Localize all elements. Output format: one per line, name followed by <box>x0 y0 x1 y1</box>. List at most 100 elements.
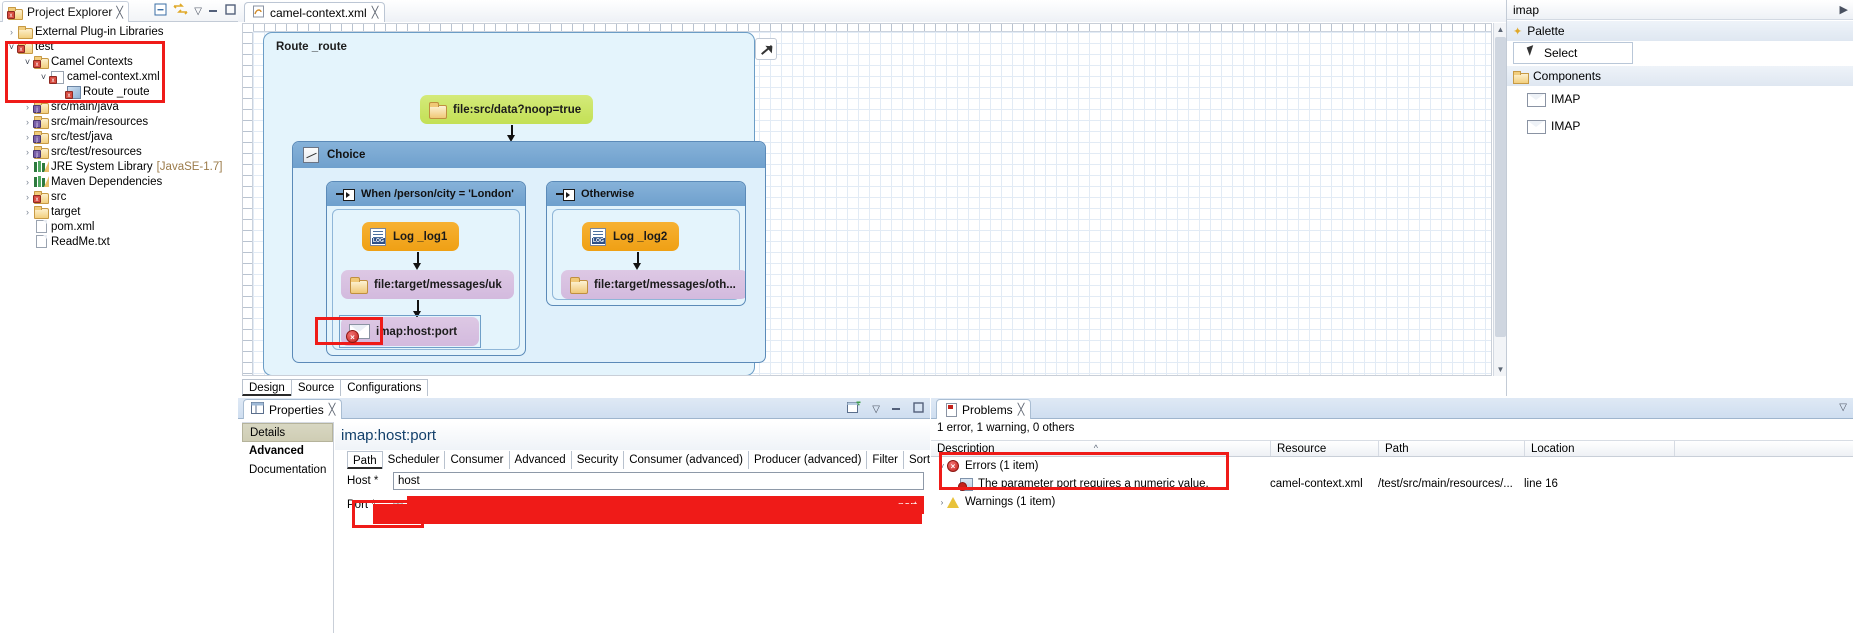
problems-row[interactable]: ˅×Errors (1 item) <box>931 457 1853 475</box>
close-icon[interactable]: ╳ <box>329 403 335 416</box>
tree-item-target[interactable]: ›target <box>0 204 238 219</box>
editor-tab-configurations[interactable]: Configurations <box>340 379 428 396</box>
tree-expand-arrow[interactable]: › <box>22 102 33 112</box>
tab-camel-context-xml[interactable]: camel-context.xml ╳ <box>244 2 385 22</box>
node-log-1[interactable]: LOG Log _log1 <box>362 222 459 251</box>
when-container[interactable]: When /person/city = 'London' LOG Log _lo… <box>326 181 526 356</box>
node-imap[interactable]: × imap:host:port <box>341 317 479 346</box>
close-icon[interactable]: ╳ <box>116 6 122 19</box>
tab-problems[interactable]: Problems ╳ <box>936 399 1031 419</box>
tree-expand-arrow[interactable]: › <box>6 27 17 37</box>
tree-expand-arrow[interactable]: › <box>22 177 33 187</box>
node-file-uk[interactable]: file:target/messages/uk <box>341 270 514 299</box>
tree-item-src-test-java[interactable]: ›jsrc/test/java <box>0 129 238 144</box>
palette-item-select[interactable]: Select <box>1513 42 1633 64</box>
properties-tab-security[interactable]: Security <box>571 451 625 469</box>
tab-project-explorer[interactable]: x Project Explorer ╳ <box>2 1 129 22</box>
tree-item-camel-contexts[interactable]: ˅xCamel Contexts <box>0 54 238 69</box>
node-from-file[interactable]: file:src/data?noop=true <box>420 95 593 124</box>
tree-expand-arrow[interactable]: › <box>22 147 33 157</box>
editor-vertical-scrollbar[interactable]: ▲ ▼ <box>1493 23 1506 376</box>
view-menu-icon[interactable]: ▽ <box>1839 402 1847 413</box>
problems-column-headers[interactable]: Description^ResourcePathLocation <box>931 440 1853 457</box>
properties-tab-strip[interactable]: PathSchedulerConsumerAdvancedSecurityCon… <box>335 450 930 469</box>
tree-item-maven-dependencies[interactable]: ›Maven Dependencies <box>0 174 238 189</box>
problems-row[interactable]: The parameter port requires a numeric va… <box>931 475 1853 493</box>
tree-item-src[interactable]: ›xsrc <box>0 189 238 204</box>
problems-table[interactable]: ˅×Errors (1 item)The parameter port requ… <box>931 457 1853 633</box>
scroll-thumb[interactable] <box>1495 37 1506 337</box>
tree-item-src-test-resources[interactable]: ›jsrc/test/resources <box>0 144 238 159</box>
tree-expand-arrow[interactable]: › <box>22 132 33 142</box>
maximize-icon[interactable] <box>913 402 924 416</box>
link-with-editor-icon[interactable] <box>173 3 188 19</box>
palette-search-input[interactable]: imap <box>1507 3 1539 17</box>
tree-expand-arrow[interactable]: › <box>22 162 33 172</box>
tree-item-pom-xml[interactable]: pom.xml <box>0 219 238 234</box>
properties-sidebar[interactable]: DetailsAdvancedDocumentation <box>242 422 334 633</box>
properties-tab-advanced[interactable]: Advanced <box>509 451 572 469</box>
maximize-icon[interactable] <box>225 4 236 18</box>
otherwise-header[interactable]: Otherwise <box>547 182 745 206</box>
otherwise-container[interactable]: Otherwise LOG Log _log2 <box>546 181 746 306</box>
properties-tab-path[interactable]: Path <box>347 451 383 469</box>
editor-tab-source[interactable]: Source <box>291 379 341 396</box>
properties-tab-scheduler[interactable]: Scheduler <box>382 451 446 469</box>
palette-components-header[interactable]: Components <box>1507 66 1853 86</box>
tree-expand-arrow[interactable]: ˅ <box>6 42 17 52</box>
minimize-icon[interactable] <box>208 4 219 18</box>
properties-tab-consumer[interactable]: Consumer <box>444 451 509 469</box>
tree-item-src-main-resources[interactable]: ›jsrc/main/resources <box>0 114 238 129</box>
problems-expand-arrow[interactable]: › <box>937 498 947 507</box>
collapse-palette-icon[interactable]: ▶ <box>1840 3 1848 16</box>
tree-expand-arrow[interactable]: › <box>22 192 33 202</box>
problems-column-resource[interactable]: Resource <box>1271 441 1379 456</box>
close-icon[interactable]: ╳ <box>372 6 378 19</box>
when-header[interactable]: When /person/city = 'London' <box>327 182 525 206</box>
choice-container[interactable]: Choice When /person/city = 'London' <box>292 141 766 363</box>
problems-row[interactable]: ›Warnings (1 item) <box>931 493 1853 511</box>
properties-side-documentation[interactable]: Documentation <box>242 461 333 480</box>
tree-expand-arrow[interactable]: › <box>22 207 33 217</box>
properties-side-advanced[interactable]: Advanced <box>242 442 333 461</box>
tree-expand-arrow[interactable]: ˅ <box>22 57 33 67</box>
palette-item-imap-1[interactable]: IMAP <box>1515 88 1580 110</box>
tree-item-route-route[interactable]: xRoute _route <box>0 84 238 99</box>
tab-properties[interactable]: Properties ╳ <box>243 399 342 419</box>
palette-section-header[interactable]: ✦ Palette <box>1507 21 1853 41</box>
problems-column-location[interactable]: Location <box>1525 441 1675 456</box>
tree-item-camel-context-xml[interactable]: ˅xcamel-context.xml <box>0 69 238 84</box>
tree-item-readme-txt[interactable]: ReadMe.txt <box>0 234 238 249</box>
project-tree[interactable]: ›External Plug-in Libraries˅xtest˅xCamel… <box>0 24 238 249</box>
node-log-2[interactable]: LOG Log _log2 <box>582 222 679 251</box>
properties-tab-consumer-advanced[interactable]: Consumer (advanced) <box>623 451 749 469</box>
problems-expand-arrow[interactable]: ˅ <box>937 462 947 471</box>
editor-tab-design[interactable]: Design <box>242 379 292 396</box>
properties-tab-filter[interactable]: Filter <box>866 451 904 469</box>
route-container[interactable]: Route _route file:src/data?noop=true Cho… <box>263 32 755 376</box>
field-input-host[interactable]: host <box>393 472 924 490</box>
problems-column-description[interactable]: Description^ <box>931 441 1271 456</box>
collapse-all-icon[interactable] <box>154 3 167 19</box>
choice-header[interactable]: Choice <box>293 142 765 168</box>
new-properties-view-icon[interactable] <box>847 401 861 417</box>
palette-search-row[interactable]: imap ▶ <box>1507 0 1853 20</box>
palette-item-imap-2[interactable]: IMAP <box>1515 115 1580 137</box>
view-menu-icon[interactable]: ▽ <box>194 6 202 17</box>
tree-item-external-plug-in-libraries[interactable]: ›External Plug-in Libraries <box>0 24 238 39</box>
node-file-other[interactable]: file:target/messages/oth... <box>561 270 746 299</box>
minimize-icon[interactable] <box>891 402 902 416</box>
expand-diagram-icon[interactable] <box>755 38 777 60</box>
tree-item-src-main-java[interactable]: ›jsrc/main/java <box>0 99 238 114</box>
problems-column-path[interactable]: Path <box>1379 441 1525 456</box>
route-canvas[interactable]: Route _route file:src/data?noop=true Cho… <box>242 23 1492 376</box>
close-icon[interactable]: ╳ <box>1018 403 1024 416</box>
properties-side-details[interactable]: Details <box>242 423 333 442</box>
tree-item-test[interactable]: ˅xtest <box>0 39 238 54</box>
tree-expand-arrow[interactable]: ˅ <box>38 72 49 82</box>
tree-expand-arrow[interactable]: › <box>22 117 33 127</box>
editor-bottom-tabs[interactable]: DesignSourceConfigurations <box>242 378 427 396</box>
tree-item-jre-system-library[interactable]: ›JRE System Library[JavaSE-1.7] <box>0 159 238 174</box>
view-menu-icon[interactable]: ▽ <box>872 404 880 415</box>
properties-tab-producer-advanced[interactable]: Producer (advanced) <box>748 451 867 469</box>
